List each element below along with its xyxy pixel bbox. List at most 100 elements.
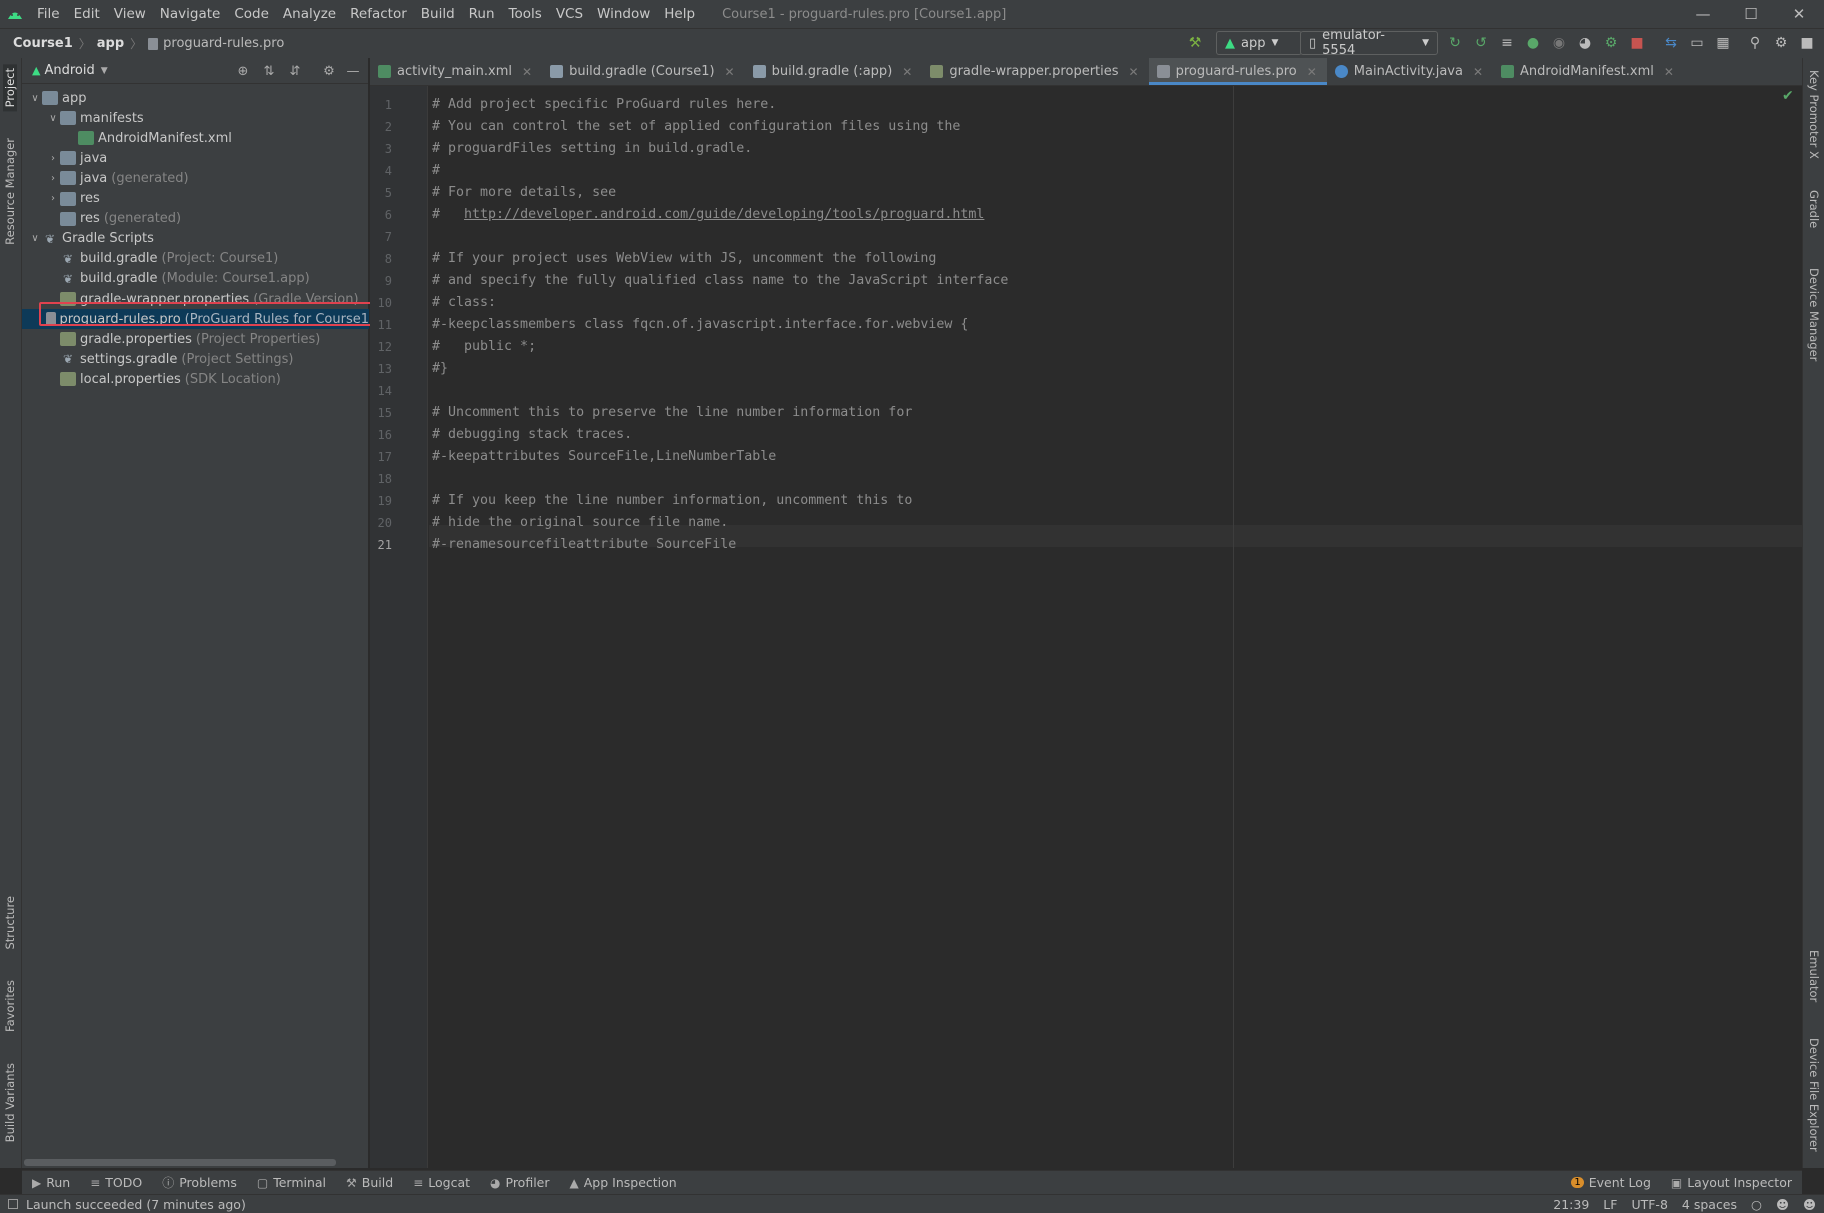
menu-file[interactable]: File <box>30 0 67 28</box>
tool-build[interactable]: ⚒ Build <box>336 1175 403 1190</box>
menu-view[interactable]: View <box>107 0 153 28</box>
menu-help[interactable]: Help <box>657 0 702 28</box>
run-tests-icon[interactable]: ≡ <box>1497 32 1517 54</box>
menu-edit[interactable]: Edit <box>67 0 107 28</box>
project-view-mode[interactable]: Android <box>44 63 94 78</box>
editor-tab[interactable]: build.gradle (Course1) ✕ <box>542 58 745 85</box>
search-icon[interactable]: ⚲ <box>1745 32 1765 54</box>
settings-gear-icon[interactable]: ⚙ <box>1771 32 1791 54</box>
coverage-icon[interactable]: ◉ <box>1549 32 1569 54</box>
tree-item[interactable]: gradle.properties (Project Properties) <box>22 329 369 349</box>
locate-file-icon[interactable]: ⊕ <box>234 61 252 81</box>
stripe-device-file-explorer[interactable]: Device File Explorer <box>1807 1038 1821 1152</box>
breadcrumb-module[interactable]: app <box>97 36 124 51</box>
menu-navigate[interactable]: Navigate <box>153 0 228 28</box>
tree-item[interactable]: › java <box>22 148 369 168</box>
breadcrumb-file[interactable]: proguard-rules.pro <box>163 36 284 51</box>
line-separator[interactable]: LF <box>1603 1197 1617 1212</box>
tool-run[interactable]: ▶ Run <box>22 1175 80 1190</box>
editor-tab[interactable]: AndroidManifest.xml ✕ <box>1493 58 1684 85</box>
stripe-favorites[interactable]: Favorites <box>3 980 17 1032</box>
menu-refactor[interactable]: Refactor <box>343 0 414 28</box>
chevron-right-icon[interactable]: › <box>46 193 60 204</box>
status-message[interactable]: Launch succeeded (7 minutes ago) <box>26 1197 246 1212</box>
menu-vcs[interactable]: VCS <box>549 0 590 28</box>
stripe-gradle[interactable]: Gradle <box>1807 190 1821 228</box>
hide-panel-icon[interactable]: — <box>344 61 362 81</box>
stripe-resource-manager[interactable]: Resource Manager <box>3 138 17 245</box>
close-tab-icon[interactable]: ✕ <box>1473 65 1483 79</box>
tree-item[interactable]: ❦ build.gradle (Project: Course1) <box>22 249 369 269</box>
tree-item[interactable]: ∨ manifests <box>22 108 369 128</box>
menu-tools[interactable]: Tools <box>502 0 549 28</box>
tree-item[interactable]: AndroidManifest.xml <box>22 128 369 148</box>
tool-layout-inspector[interactable]: ▣ Layout Inspector <box>1661 1175 1802 1190</box>
tree-item[interactable]: ∨ app <box>22 88 369 108</box>
tree-item[interactable]: res (generated) <box>22 209 369 229</box>
menu-window[interactable]: Window <box>590 0 657 28</box>
toggle-tool-windows-icon[interactable] <box>8 1199 18 1209</box>
no-problems-check-icon[interactable]: ✔ <box>1782 88 1794 104</box>
chevron-down-icon[interactable]: ∨ <box>46 113 60 124</box>
collapse-all-icon[interactable]: ⇵ <box>286 61 304 81</box>
close-tab-icon[interactable]: ✕ <box>1307 65 1317 79</box>
close-tab-icon[interactable]: ✕ <box>522 65 532 79</box>
stripe-key-promoter[interactable]: Key Promoter X <box>1807 70 1821 159</box>
close-icon[interactable]: ✕ <box>1776 0 1822 28</box>
menu-analyze[interactable]: Analyze <box>276 0 343 28</box>
close-tab-icon[interactable]: ✕ <box>725 65 735 79</box>
chevron-right-icon[interactable]: › <box>46 173 60 184</box>
chevron-down-icon[interactable]: ∨ <box>28 93 42 104</box>
chevron-down-icon[interactable]: ∨ <box>28 233 42 244</box>
settings-gear-icon[interactable]: ⚙ <box>320 61 338 81</box>
stripe-structure[interactable]: Structure <box>3 896 17 950</box>
code-hyperlink[interactable]: http://developer.android.com/guide/devel… <box>464 207 984 222</box>
build-hammer-icon[interactable]: ⚒ <box>1185 32 1205 54</box>
tool-problems[interactable]: ⓘ Problems <box>152 1174 247 1191</box>
horizontal-scrollbar[interactable] <box>24 1159 336 1166</box>
stripe-emulator[interactable]: Emulator <box>1807 950 1821 1002</box>
apply-changes-restart-icon[interactable]: ↻ <box>1445 32 1465 54</box>
indent-setting[interactable]: 4 spaces <box>1682 1197 1737 1212</box>
tree-item[interactable]: ❦ settings.gradle (Project Settings) <box>22 349 369 369</box>
chevron-down-icon[interactable]: ▼ <box>101 66 108 76</box>
tree-item[interactable]: › res <box>22 189 369 209</box>
chevron-right-icon[interactable]: › <box>46 153 60 164</box>
stripe-project[interactable]: Project <box>3 64 17 112</box>
tree-item[interactable]: local.properties (SDK Location) <box>22 369 369 389</box>
feedback-icon[interactable]: ☻ <box>1803 1197 1816 1212</box>
tool-event-log[interactable]: 1 Event Log <box>1561 1175 1660 1190</box>
stripe-build-variants[interactable]: Build Variants <box>3 1063 17 1142</box>
tree-item[interactable]: ❦ build.gradle (Module: Course1.app) <box>22 269 369 289</box>
sync-gradle-icon[interactable]: ⇆ <box>1661 32 1681 54</box>
editor-tab[interactable]: activity_main.xml ✕ <box>370 58 542 85</box>
breadcrumb-project[interactable]: Course1 <box>13 36 73 51</box>
maximize-icon[interactable]: ☐ <box>1728 0 1774 28</box>
run-config-dropdown[interactable]: ▲ app ▼ <box>1216 31 1302 55</box>
tree-item[interactable]: ∨ ❦ Gradle Scripts <box>22 229 369 249</box>
editor-tab[interactable]: proguard-rules.pro ✕ <box>1148 58 1328 85</box>
minimize-icon[interactable]: — <box>1680 0 1726 28</box>
tool-todo[interactable]: ≡ TODO <box>80 1175 152 1190</box>
expand-all-icon[interactable]: ⇅ <box>260 61 278 81</box>
code-editor[interactable]: # Add project specific ProGuard rules he… <box>429 86 1802 1168</box>
account-icon[interactable]: ■ <box>1797 32 1817 54</box>
close-tab-icon[interactable]: ✕ <box>1129 65 1139 79</box>
caret-position[interactable]: 21:39 <box>1553 1197 1589 1212</box>
close-tab-icon[interactable]: ✕ <box>1664 65 1674 79</box>
menu-build[interactable]: Build <box>414 0 462 28</box>
editor-tab[interactable]: gradle-wrapper.properties ✕ <box>922 58 1148 85</box>
sdk-manager-icon[interactable]: ▦ <box>1713 32 1733 54</box>
tool-app-inspection[interactable]: ▲ App Inspection <box>560 1175 687 1190</box>
memory-indicator-icon[interactable]: ☻ <box>1776 1197 1789 1212</box>
tool-logcat[interactable]: ≡ Logcat <box>403 1175 480 1190</box>
attach-debugger-icon[interactable]: ⚙ <box>1601 32 1621 54</box>
tool-terminal[interactable]: ▢ Terminal <box>247 1175 336 1190</box>
editor-tab[interactable]: build.gradle (:app) ✕ <box>745 58 923 85</box>
tool-profiler[interactable]: ◕ Profiler <box>480 1175 560 1190</box>
device-manager-icon[interactable]: ▭ <box>1687 32 1707 54</box>
lock-icon[interactable]: ○ <box>1751 1197 1762 1212</box>
file-encoding[interactable]: UTF-8 <box>1631 1197 1667 1212</box>
tree-item[interactable]: › java (generated) <box>22 168 369 188</box>
profile-icon[interactable]: ◕ <box>1575 32 1595 54</box>
